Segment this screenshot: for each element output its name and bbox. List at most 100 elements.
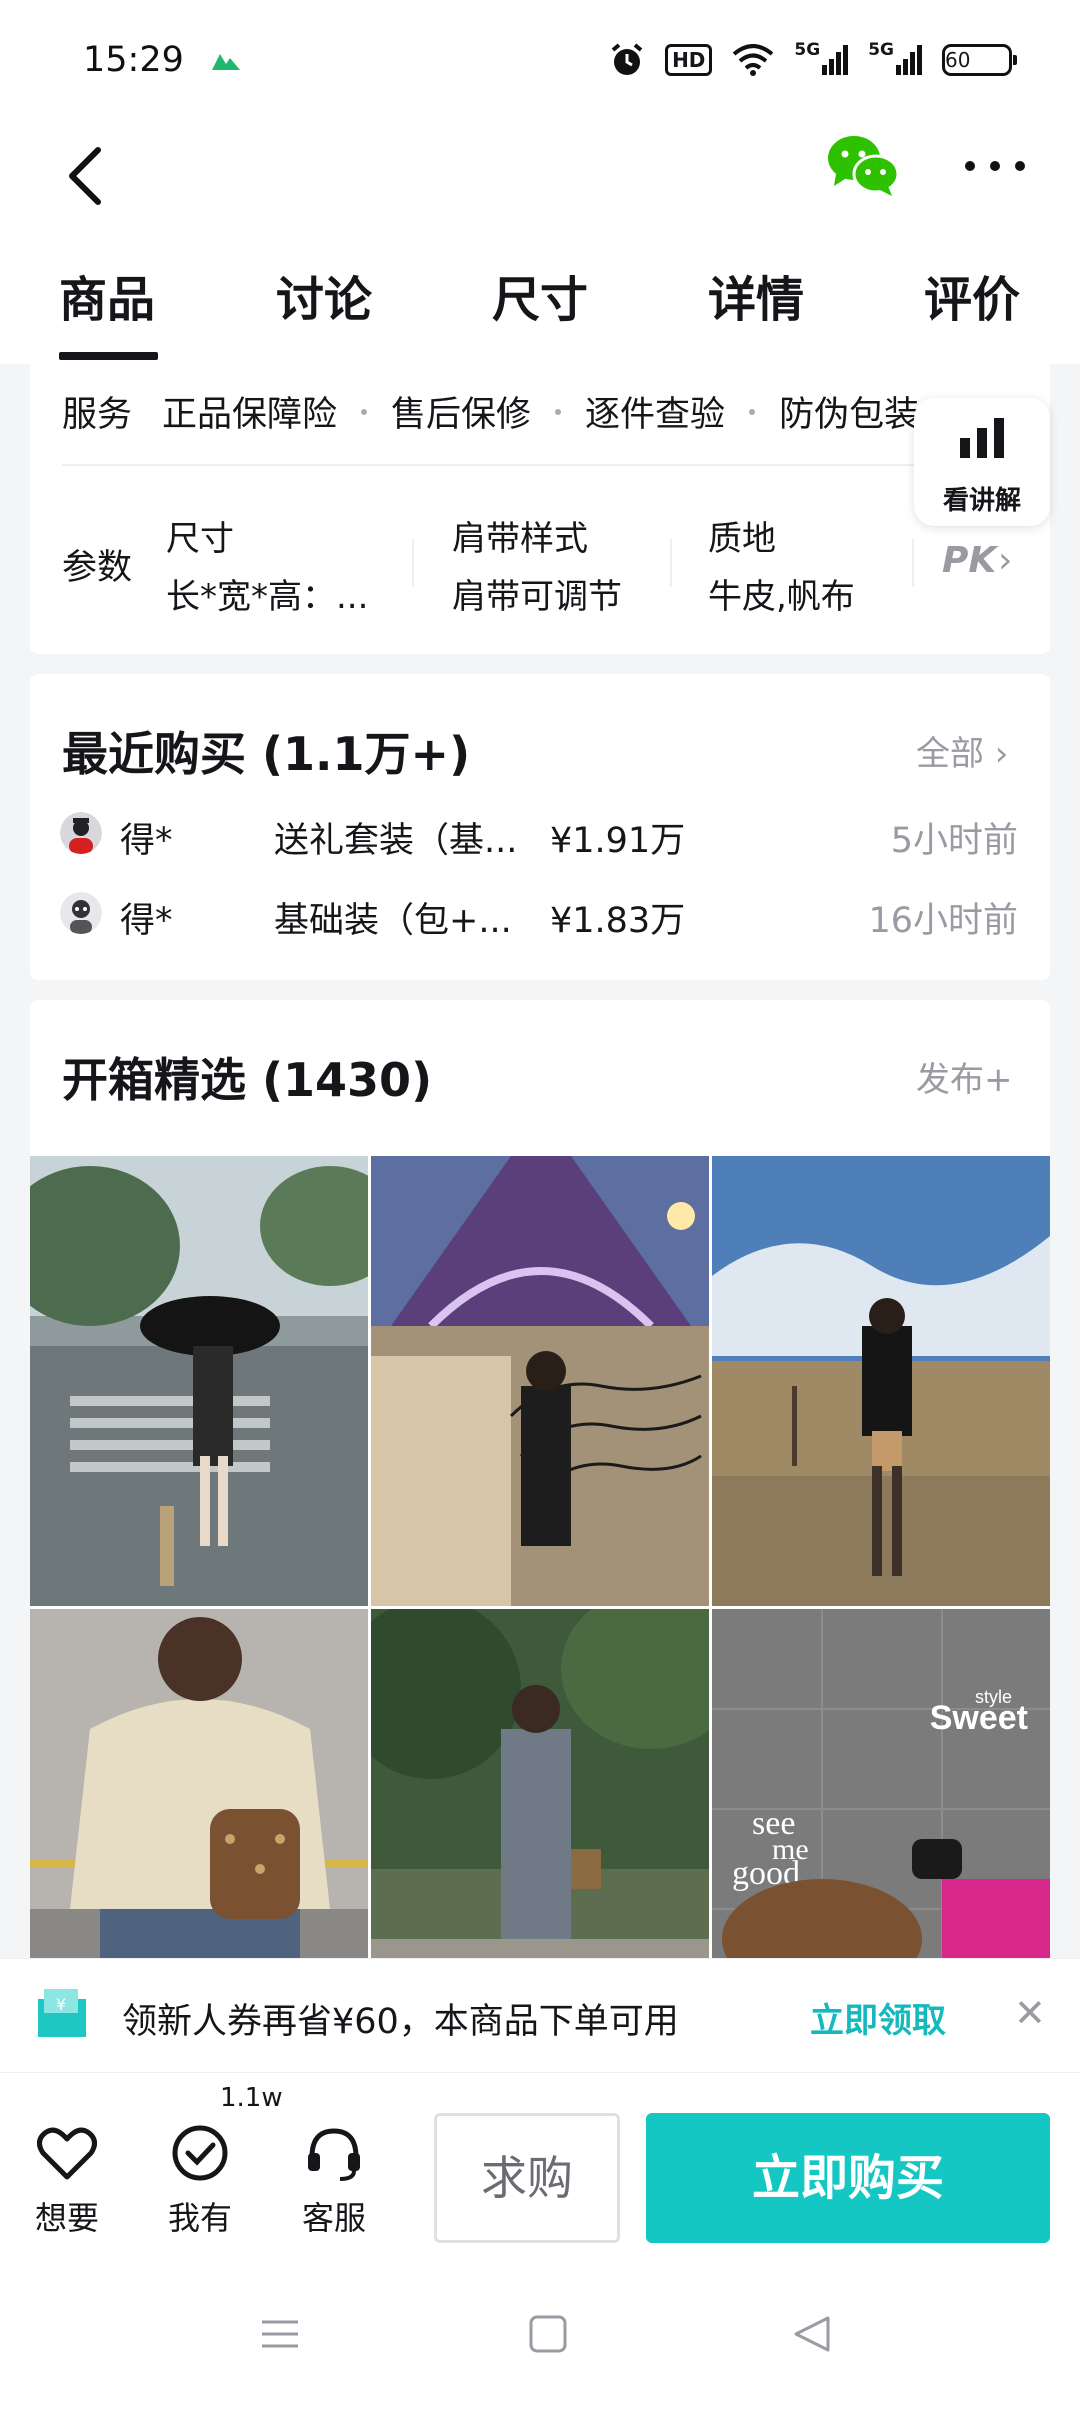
separator-dot	[361, 408, 368, 415]
wifi-icon	[732, 44, 774, 76]
purchase-price: ¥1.91万	[550, 821, 686, 861]
unboxing-photo[interactable]	[371, 1156, 709, 1606]
service-item: 正品保障险	[162, 395, 338, 435]
unboxing-photo[interactable]	[712, 1156, 1050, 1606]
coupon-bar: ¥ 领新人券再省¥60，本商品下单可用 立即领取 ✕	[0, 1958, 1080, 2072]
close-icon[interactable]: ✕	[1014, 1991, 1046, 2035]
heart-icon	[37, 2127, 97, 2180]
svg-text:¥: ¥	[56, 1995, 66, 2014]
unboxing-photo[interactable]: style Sweet see me good	[712, 1609, 1050, 2006]
buyer-name: 得*	[120, 821, 173, 861]
active-tab-indicator	[59, 352, 158, 360]
purchase-spec: 基础装（包+...	[274, 901, 512, 941]
request-to-buy-button[interactable]: 求购	[434, 2113, 620, 2243]
chevron-right-icon: ›	[998, 540, 1013, 581]
avatar	[60, 812, 102, 854]
more-options-icon[interactable]	[960, 154, 1030, 178]
want-button[interactable]: 想要	[22, 2125, 112, 2239]
buy-now-button[interactable]: 立即购买	[646, 2113, 1050, 2243]
status-icons: HD 5G 5G 60	[609, 40, 1017, 78]
tab-product[interactable]: 商品	[59, 260, 155, 330]
check-circle-icon	[172, 2125, 228, 2181]
publish-link[interactable]: 发布+	[916, 1052, 1013, 1101]
tab-details[interactable]: 详情	[708, 260, 804, 330]
unboxing-title: 开箱精选 (1430)	[62, 1053, 433, 1107]
service-row[interactable]: 服务 正品保障险 售后保修 逐件查验 防伪包装	[62, 386, 919, 437]
recent-purchases-card: 最近购买 (1.1万+) 全部 › 得* 送礼套装（基... ¥1.91万 5小…	[30, 674, 1050, 980]
back-nav-icon[interactable]	[792, 2314, 832, 2354]
signal-label: 5G	[868, 40, 894, 60]
unboxing-photo[interactable]	[371, 1609, 709, 2006]
tab-size[interactable]: 尺寸	[492, 260, 588, 330]
param-size[interactable]: 尺寸 长*宽*高：...	[166, 510, 368, 626]
param-separator	[412, 539, 414, 587]
buyer-name: 得*	[120, 901, 173, 941]
menu-icon[interactable]	[260, 2314, 300, 2354]
signal-label: 5G	[794, 40, 821, 60]
wechat-share-icon[interactable]	[826, 130, 900, 200]
param-separator	[670, 539, 672, 587]
param-strap-style[interactable]: 肩带样式 肩带可调节	[452, 510, 622, 626]
unboxing-photo-grid: style Sweet see me good	[30, 1156, 1050, 2006]
param-value: 肩带可调节	[452, 577, 622, 617]
bottom-action-bar: 想要 我有 1.1w 客服 求购 立即购买	[0, 2072, 1080, 2272]
tab-reviews[interactable]: 评价	[924, 260, 1020, 330]
purchase-row: 得* 送礼套装（基... ¥1.91万 5小时前	[30, 806, 1050, 866]
purchase-price: ¥1.83万	[550, 901, 686, 941]
home-icon[interactable]	[528, 2314, 568, 2354]
tab-discussion[interactable]: 讨论	[276, 260, 372, 330]
status-bar: 15:29 HD 5G 5G 60	[0, 0, 1080, 124]
have-button[interactable]: 我有	[155, 2125, 245, 2239]
purchase-spec: 送礼套装（基...	[274, 821, 518, 861]
coupon-icon: ¥	[32, 1983, 92, 2047]
purchase-time: 5小时前	[890, 821, 1018, 861]
separator-dot	[749, 408, 756, 415]
service-label: 服务	[62, 395, 133, 435]
param-value: 牛皮,帆布	[708, 577, 855, 617]
service-item: 售后保修	[391, 395, 532, 435]
explain-float-button[interactable]: 看讲解	[914, 398, 1050, 526]
view-all-link[interactable]: 全部 ›	[916, 726, 1008, 775]
param-name: 肩带样式	[452, 519, 588, 559]
unboxing-card: 开箱精选 (1430) 发布+ style Sweet see me good	[30, 1000, 1050, 2006]
param-material[interactable]: 质地 牛皮,帆布	[708, 510, 855, 626]
purchase-row: 得* 基础装（包+... ¥1.83万 16小时前	[30, 886, 1050, 946]
customer-service-label: 客服	[301, 2199, 366, 2237]
params-label: 参数	[62, 548, 133, 588]
system-nav-bar	[0, 2272, 1080, 2414]
want-label: 想要	[34, 2199, 99, 2237]
app-notification-icon	[212, 52, 240, 74]
status-time: 15:29	[83, 40, 184, 80]
service-item: 逐件查验	[585, 395, 726, 435]
view-all-label: 全部	[916, 734, 984, 774]
param-value: 长*宽*高：...	[166, 577, 369, 617]
param-name: 质地	[708, 519, 776, 559]
have-label: 我有	[167, 2199, 232, 2237]
tab-bar: 商品 讨论 尺寸 详情 评价	[0, 234, 1080, 364]
coupon-text: 领新人券再省¥60，本商品下单可用	[122, 2002, 679, 2042]
signal-icon: 5G	[868, 40, 922, 75]
service-item: 防伪包装	[779, 395, 920, 435]
purchase-time: 16小时前	[868, 901, 1018, 941]
customer-service-button[interactable]: 客服	[289, 2125, 379, 2239]
claim-coupon-button[interactable]: 立即领取	[810, 1993, 946, 2042]
battery-indicator: 60	[942, 44, 1017, 76]
product-page: 15:29 HD 5G 5G 60 商品 讨论 尺寸 详情 评价 服务 正品保障…	[0, 0, 1080, 2414]
unboxing-photo[interactable]	[30, 1156, 368, 1606]
separator-dot	[555, 408, 562, 415]
param-name: 尺寸	[166, 519, 234, 559]
recent-purchases-title: 最近购买 (1.1万+)	[62, 727, 471, 781]
pk-compare-button[interactable]: PK	[942, 540, 996, 581]
bar-chart-icon	[960, 418, 1004, 458]
have-count-badge: 1.1w	[220, 2083, 283, 2113]
alarm-icon	[609, 42, 645, 78]
unboxing-photo[interactable]	[30, 1609, 368, 2006]
explain-label: 看讲解	[942, 486, 1021, 516]
param-separator	[912, 539, 914, 587]
divider	[62, 464, 1018, 466]
avatar	[60, 892, 102, 934]
back-icon[interactable]	[60, 136, 120, 216]
headset-icon	[308, 2128, 360, 2181]
photo-caption: Sweet	[930, 1699, 1028, 1737]
top-header	[0, 124, 1080, 234]
